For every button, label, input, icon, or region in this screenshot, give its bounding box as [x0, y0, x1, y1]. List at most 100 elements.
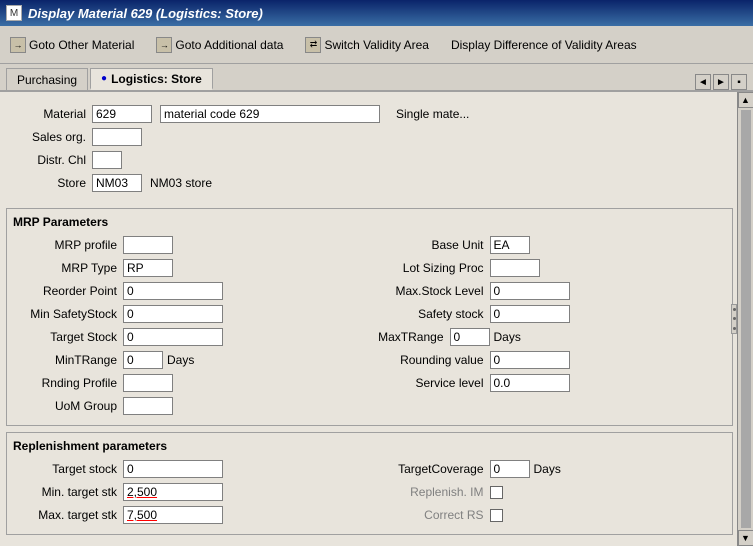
- target-stock-input[interactable]: [123, 328, 223, 346]
- switch-validity-area-button[interactable]: ⇄ Switch Validity Area: [301, 35, 433, 55]
- safety-stock-input[interactable]: [490, 305, 570, 323]
- mrp-profile-row: MRP profile: [13, 235, 370, 255]
- scroll-track: [741, 110, 751, 528]
- min-target-stk-row: Min. target stk: [13, 482, 370, 502]
- mrp-type-row: MRP Type: [13, 258, 370, 278]
- min-trange-suffix: Days: [167, 353, 194, 367]
- service-level-input[interactable]: [490, 374, 570, 392]
- top-fields: Material Single mate... Sales org. Distr…: [6, 98, 733, 202]
- target-coverage-suffix: Days: [534, 462, 561, 476]
- max-trange-suffix: Days: [494, 330, 521, 344]
- mrp-section-title: MRP Parameters: [13, 215, 726, 229]
- replenishment-left-col: Target stock Min. target stk Max. target…: [13, 459, 370, 528]
- main-content: Material Single mate... Sales org. Distr…: [0, 92, 753, 546]
- uom-group-label: UoM Group: [13, 399, 123, 413]
- base-unit-input[interactable]: [490, 236, 530, 254]
- safety-stock-label: Safety stock: [370, 307, 490, 321]
- base-unit-label: Base Unit: [370, 238, 490, 252]
- target-stock-label: Target Stock: [13, 330, 123, 344]
- uom-group-input[interactable]: [123, 397, 173, 415]
- replenishment-section-title: Replenishment parameters: [13, 439, 726, 453]
- switch-validity-area-icon: ⇄: [305, 37, 321, 53]
- goto-other-material-button[interactable]: → Goto Other Material: [6, 35, 138, 55]
- mrp-profile-input[interactable]: [123, 236, 173, 254]
- resize-gripper[interactable]: [731, 304, 737, 334]
- rounding-value-input[interactable]: [490, 351, 570, 369]
- correct-rs-label: Correct RS: [370, 508, 490, 522]
- mrp-left-col: MRP profile MRP Type Reorder Point Min S…: [13, 235, 370, 419]
- max-target-stk-input[interactable]: [123, 506, 223, 524]
- min-trange-input[interactable]: [123, 351, 163, 369]
- reorder-point-input[interactable]: [123, 282, 223, 300]
- max-trange-input[interactable]: [450, 328, 490, 346]
- sales-org-input[interactable]: [92, 128, 142, 146]
- mrp-right-col: Base Unit Lot Sizing Proc Max.Stock Leve…: [370, 235, 727, 419]
- safety-stock-row: Safety stock: [370, 304, 727, 324]
- tab-logistics-store-icon: ●: [101, 73, 107, 84]
- replenish-im-row: Replenish. IM: [370, 482, 727, 502]
- goto-additional-data-button[interactable]: → Goto Additional data: [152, 35, 287, 55]
- target-coverage-label: TargetCoverage: [370, 462, 490, 476]
- window-title: Display Material 629 (Logistics: Store): [28, 6, 263, 21]
- min-safety-stock-row: Min SafetyStock: [13, 304, 370, 324]
- store-desc: NM03 store: [142, 176, 212, 190]
- display-difference-button[interactable]: Display Difference of Validity Areas: [447, 36, 641, 54]
- goto-additional-data-icon: →: [156, 37, 172, 53]
- switch-validity-area-label: Switch Validity Area: [324, 38, 429, 52]
- base-unit-row: Base Unit: [370, 235, 727, 255]
- rounding-value-row: Rounding value: [370, 350, 727, 370]
- material-desc-input[interactable]: [160, 105, 380, 123]
- max-target-stk-label: Max. target stk: [13, 508, 123, 522]
- goto-other-material-label: Goto Other Material: [29, 38, 134, 52]
- toolbar: → Goto Other Material → Goto Additional …: [0, 26, 753, 64]
- material-extra: Single mate...: [388, 107, 469, 121]
- mrp-profile-label: MRP profile: [13, 238, 123, 252]
- rnding-profile-label: Rnding Profile: [13, 376, 123, 390]
- material-input[interactable]: [92, 105, 152, 123]
- tab-logistics-store-label: Logistics: Store: [111, 72, 202, 86]
- max-stock-level-input[interactable]: [490, 282, 570, 300]
- replenishment-form-grid: Target stock Min. target stk Max. target…: [13, 459, 726, 528]
- target-coverage-input[interactable]: [490, 460, 530, 478]
- material-row: Material Single mate...: [12, 104, 727, 124]
- store-label: Store: [12, 176, 92, 190]
- scroll-up-button[interactable]: ▲: [738, 92, 753, 108]
- replenishment-right-col: TargetCoverage Days Replenish. IM Correc…: [370, 459, 727, 528]
- distr-chl-label: Distr. Chl: [12, 153, 92, 167]
- max-stock-level-label: Max.Stock Level: [370, 284, 490, 298]
- tab-logistics-store[interactable]: ● Logistics: Store: [90, 68, 213, 90]
- target-stock-rep-row: Target stock: [13, 459, 370, 479]
- mrp-type-label: MRP Type: [13, 261, 123, 275]
- replenishment-section: Replenishment parameters Target stock Mi…: [6, 432, 733, 535]
- scroll-down-button[interactable]: ▼: [738, 530, 753, 546]
- lot-sizing-input[interactable]: [490, 259, 540, 277]
- rnding-profile-input[interactable]: [123, 374, 173, 392]
- replenish-im-label: Replenish. IM: [370, 485, 490, 499]
- distr-chl-input[interactable]: [92, 151, 122, 169]
- tab-navigation: ◄ ► ▪: [695, 74, 747, 90]
- uom-group-row: UoM Group: [13, 396, 370, 416]
- app-icon: M: [6, 5, 22, 21]
- distr-chl-row: Distr. Chl: [12, 150, 727, 170]
- target-stock-rep-input[interactable]: [123, 460, 223, 478]
- tab-list-button[interactable]: ▪: [731, 74, 747, 90]
- max-stock-level-row: Max.Stock Level: [370, 281, 727, 301]
- correct-rs-checkbox[interactable]: [490, 509, 503, 522]
- tab-next-button[interactable]: ►: [713, 74, 729, 90]
- min-target-stk-label: Min. target stk: [13, 485, 123, 499]
- mrp-type-input[interactable]: [123, 259, 173, 277]
- title-bar: M Display Material 629 (Logistics: Store…: [0, 0, 753, 26]
- store-input[interactable]: [92, 174, 142, 192]
- correct-rs-row: Correct RS: [370, 505, 727, 525]
- replenish-im-checkbox[interactable]: [490, 486, 503, 499]
- target-stock-row: Target Stock: [13, 327, 370, 347]
- store-row: Store NM03 store: [12, 173, 727, 193]
- tab-prev-button[interactable]: ◄: [695, 74, 711, 90]
- scrollbar: ▲ ▼: [737, 92, 753, 546]
- min-safety-stock-input[interactable]: [123, 305, 223, 323]
- sales-org-row: Sales org.: [12, 127, 727, 147]
- display-difference-label: Display Difference of Validity Areas: [451, 38, 637, 52]
- min-target-stk-input[interactable]: [123, 483, 223, 501]
- min-safety-stock-label: Min SafetyStock: [13, 307, 123, 321]
- tab-purchasing[interactable]: Purchasing: [6, 68, 88, 90]
